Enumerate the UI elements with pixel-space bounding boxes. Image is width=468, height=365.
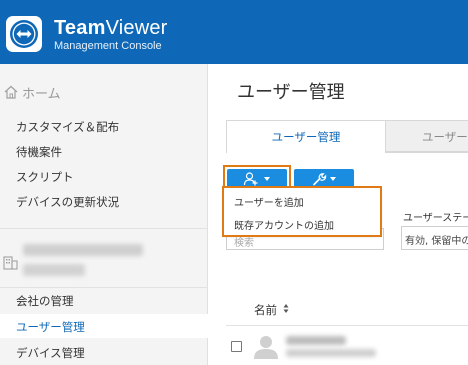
brand-name: TeamViewer xyxy=(54,17,168,39)
sidebar: ホーム カスタマイズ＆配布 待機案件 スクリプト デバイスの更新状況 会社の管理… xyxy=(0,64,208,365)
user-status-label: ユーザーステー xyxy=(403,213,468,224)
sidebar-company-group[interactable] xyxy=(3,244,203,280)
sidebar-item-scripts[interactable]: スクリプト xyxy=(16,169,74,185)
sidebar-item-waiting[interactable]: 待機案件 xyxy=(16,144,62,160)
sidebar-item-company-management[interactable]: 会社の管理 xyxy=(16,293,74,309)
user-status-value: 有効, 保留中の xyxy=(405,236,468,247)
tab-user-management[interactable]: ユーザー管理 xyxy=(226,120,386,152)
sidebar-item-customize[interactable]: カスタマイズ＆配布 xyxy=(16,119,119,135)
avatar xyxy=(254,336,278,359)
brand: TeamViewer Management Console xyxy=(54,17,168,53)
sidebar-item-user-management[interactable]: ユーザー管理 xyxy=(16,319,85,335)
brand-subtitle: Management Console xyxy=(54,40,162,52)
highlight-dropdown-menu xyxy=(222,186,382,237)
blurred-user-name xyxy=(286,336,346,345)
tab-label: ユーザー管理 xyxy=(271,130,341,144)
row-select-checkbox[interactable] xyxy=(231,341,242,352)
tab-underline-cover xyxy=(227,151,385,153)
sidebar-home[interactable]: ホーム xyxy=(3,83,61,102)
app-header: TeamViewer Management Console xyxy=(0,0,468,64)
sort-icon[interactable] xyxy=(283,303,289,314)
sidebar-item-device-management[interactable]: デバイス管理 xyxy=(16,345,85,361)
sidebar-divider xyxy=(0,287,208,288)
blurred-user-email xyxy=(286,349,376,357)
teamviewer-arrows-icon xyxy=(10,20,38,48)
wrench-icon xyxy=(313,173,327,186)
blurred-company-detail xyxy=(23,264,85,276)
home-label: ホーム xyxy=(22,86,61,102)
table-header-divider xyxy=(226,325,468,326)
home-icon xyxy=(4,85,18,99)
tab-label: ユーザーグ xyxy=(422,130,468,144)
teamviewer-logo xyxy=(6,16,42,52)
chevron-down-icon xyxy=(330,177,336,181)
column-header-name[interactable]: 名前 xyxy=(254,302,277,318)
page-title: ユーザー管理 xyxy=(237,82,345,103)
sidebar-divider xyxy=(0,228,208,229)
blurred-company-name xyxy=(23,244,143,256)
building-icon xyxy=(3,256,18,270)
tab-user-groups[interactable]: ユーザーグ xyxy=(386,120,468,152)
sidebar-item-device-updates[interactable]: デバイスの更新状況 xyxy=(16,194,119,210)
